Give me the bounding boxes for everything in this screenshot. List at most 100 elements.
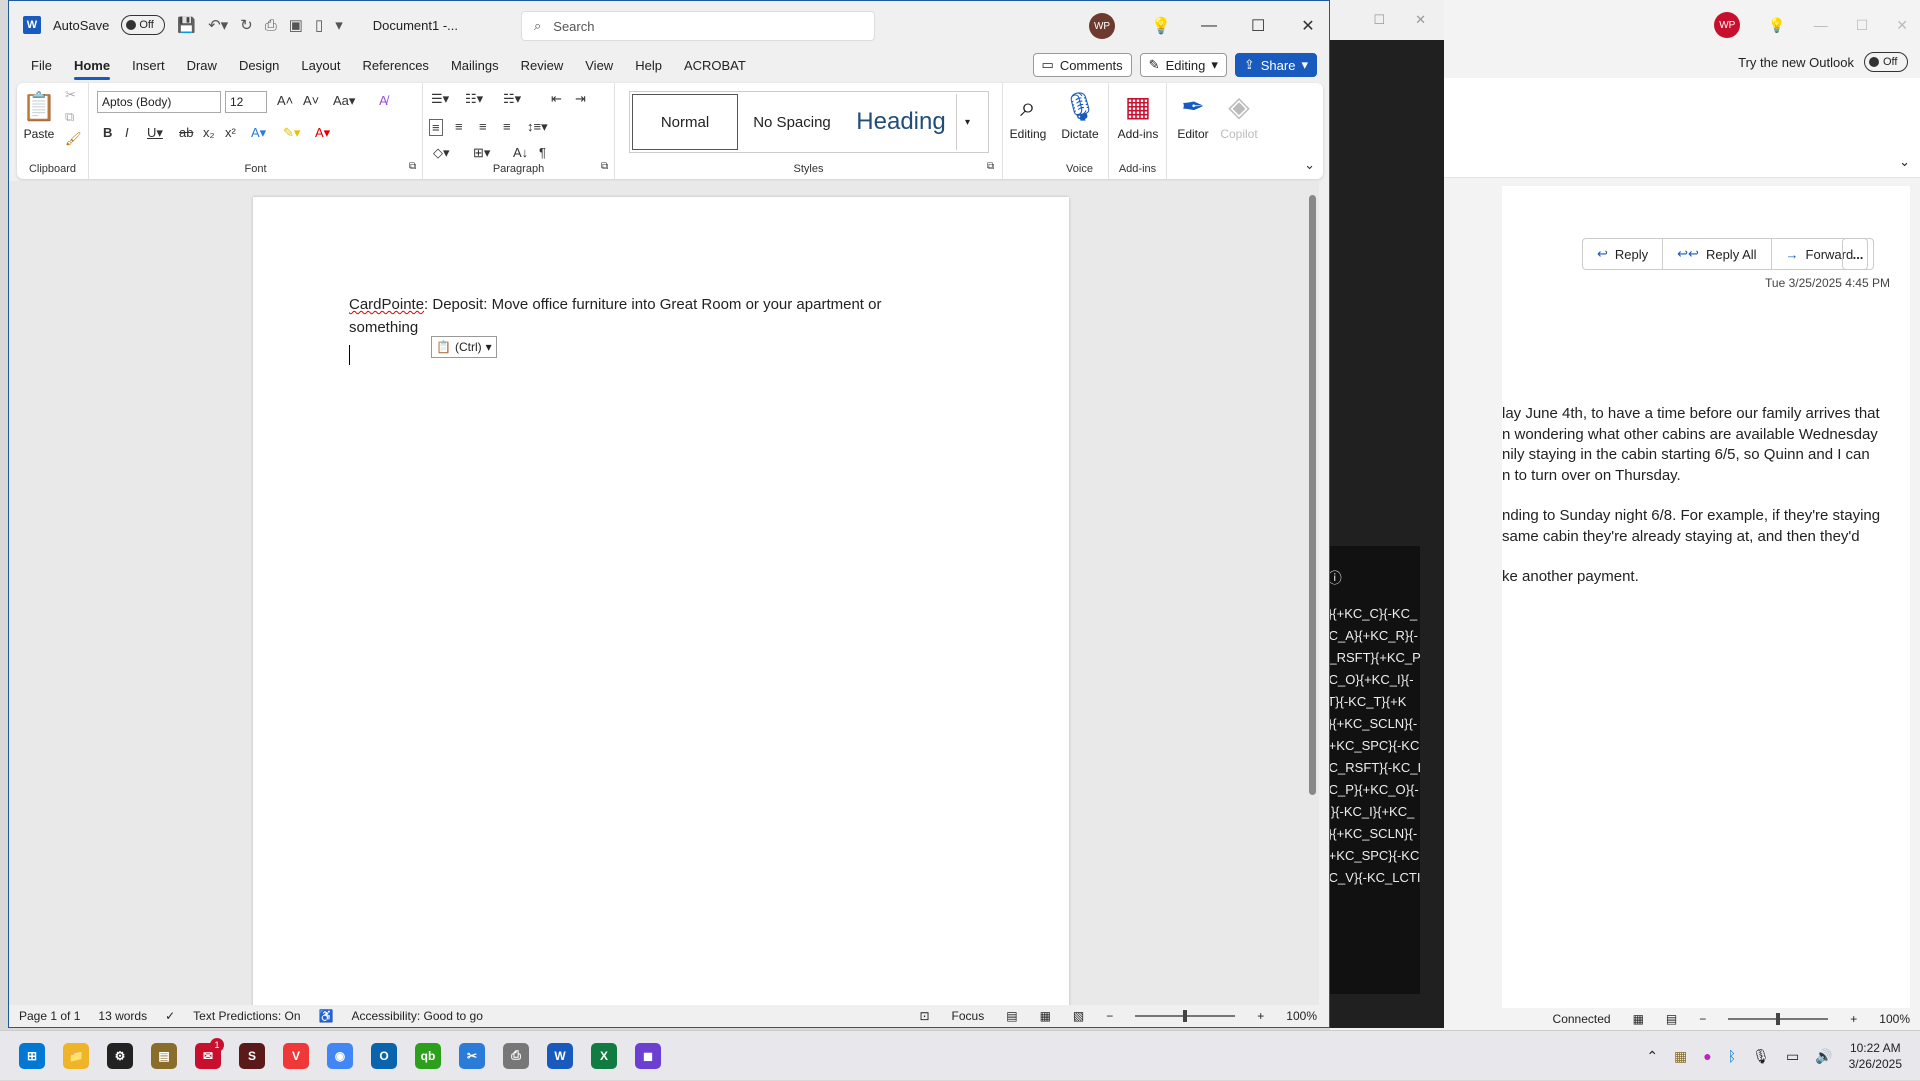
taskbar-chrome-icon[interactable]: ◉ xyxy=(318,1034,362,1078)
volume-icon[interactable]: 🔊 xyxy=(1815,1048,1832,1065)
minimize-icon[interactable]: — xyxy=(1814,17,1828,33)
italic-icon[interactable]: I xyxy=(125,125,129,140)
text-predictions[interactable]: Text Predictions: On xyxy=(193,1009,300,1023)
clear-formatting-icon[interactable]: A̸ xyxy=(379,93,388,108)
clock[interactable]: 10:22 AM 3/26/2025 xyxy=(1849,1040,1902,1072)
document-page[interactable]: CardPointe: Deposit: Move office furnitu… xyxy=(253,197,1069,1007)
print-layout-icon[interactable]: ▦ xyxy=(1040,1009,1051,1023)
taskbar-word-icon[interactable]: W xyxy=(538,1034,582,1078)
read-mode-icon[interactable]: ▤ xyxy=(1006,1009,1017,1023)
page-count[interactable]: Page 1 of 1 xyxy=(19,1009,80,1023)
tab-review[interactable]: Review xyxy=(521,58,564,73)
zoom-out-icon[interactable]: − xyxy=(1699,1012,1706,1026)
copilot-button[interactable]: ◈ Copilot xyxy=(1217,87,1261,141)
tab-help[interactable]: Help xyxy=(635,58,662,73)
borders-icon[interactable]: ⊞▾ xyxy=(473,145,490,161)
chevron-up-icon[interactable]: ⌃ xyxy=(1646,1048,1658,1065)
show-formatting-icon[interactable]: ¶ xyxy=(539,145,546,160)
addins-button[interactable]: ▦ Add-ins xyxy=(1113,87,1163,141)
increase-indent-icon[interactable]: ⇥ xyxy=(575,91,586,107)
misspelled-word[interactable]: CardPointe xyxy=(349,296,424,313)
highlight-icon[interactable]: ✎▾ xyxy=(283,125,300,141)
bold-icon[interactable]: B xyxy=(103,125,112,140)
lightbulb-icon[interactable]: 💡 xyxy=(1151,16,1171,36)
zoom-in-icon[interactable]: + xyxy=(1850,1012,1857,1026)
network-icon[interactable]: ▭ xyxy=(1786,1048,1799,1065)
web-layout-icon[interactable]: ▧ xyxy=(1073,1009,1084,1023)
document-text[interactable]: CardPointe: Deposit: Move office furnitu… xyxy=(349,293,949,339)
search-box[interactable]: ⌕ Search xyxy=(521,11,875,41)
taskbar-snipping-tool-icon[interactable]: ✂ xyxy=(450,1034,494,1078)
more-actions-button[interactable]: ... xyxy=(1842,238,1874,270)
maximize-icon[interactable]: ☐ xyxy=(1251,16,1265,36)
align-left-icon[interactable]: ≡ xyxy=(429,119,443,136)
tab-design[interactable]: Design xyxy=(239,58,279,73)
zoom-slider[interactable] xyxy=(1728,1013,1829,1025)
redo-icon[interactable]: ↻ xyxy=(240,16,253,34)
close-icon[interactable]: ✕ xyxy=(1896,17,1908,34)
zoom-level[interactable]: 100% xyxy=(1286,1009,1317,1023)
scrollbar-thumb[interactable] xyxy=(1309,195,1316,795)
zoom-out-icon[interactable]: − xyxy=(1106,1009,1113,1023)
taskbar-outlook-icon[interactable]: O xyxy=(362,1034,406,1078)
reply-button[interactable]: ↩ Reply xyxy=(1583,239,1664,269)
taskbar-printer-icon[interactable]: ⎙ xyxy=(494,1034,538,1078)
comments-button[interactable]: ▭ Comments xyxy=(1032,53,1132,77)
document-name[interactable]: Document1 -... xyxy=(373,18,458,33)
tab-references[interactable]: References xyxy=(362,58,428,73)
paste-button[interactable]: 📋 Paste xyxy=(21,87,57,141)
dictate-button[interactable]: 🎙 Dictate xyxy=(1055,87,1105,141)
styles-more-icon[interactable]: ▾ xyxy=(956,94,978,150)
style-heading[interactable]: Heading xyxy=(846,94,956,150)
maximize-icon[interactable]: ☐ xyxy=(1373,12,1385,28)
style-no-spacing[interactable]: No Spacing xyxy=(738,94,846,150)
user-avatar[interactable]: WP xyxy=(1089,13,1115,39)
sort-icon[interactable]: A↓ xyxy=(513,145,528,160)
zoom-slider[interactable] xyxy=(1135,1010,1236,1022)
shading-icon[interactable]: ◇▾ xyxy=(433,145,450,161)
tab-acrobat[interactable]: ACROBAT xyxy=(684,58,746,73)
text-effects-icon[interactable]: A▾ xyxy=(251,125,266,141)
subscript-icon[interactable]: x₂ xyxy=(203,125,215,140)
dialog-launcher-icon[interactable]: ⧉ xyxy=(987,161,994,172)
autosave-toggle[interactable]: Off xyxy=(121,15,166,35)
justify-icon[interactable]: ≡ xyxy=(503,119,511,134)
chevron-down-icon[interactable]: ⌄ xyxy=(1899,154,1910,170)
accessibility-status[interactable]: Accessibility: Good to go xyxy=(352,1009,483,1023)
close-icon[interactable]: ✕ xyxy=(1301,16,1315,36)
tab-insert[interactable]: Insert xyxy=(132,58,165,73)
reading-view-icon[interactable]: ▤ xyxy=(1666,1012,1677,1026)
tab-file[interactable]: File xyxy=(31,58,52,73)
collapse-ribbon-icon[interactable]: ⌄ xyxy=(1304,157,1315,173)
decrease-indent-icon[interactable]: ⇤ xyxy=(551,91,562,107)
taskbar-app-dark-icon[interactable]: S xyxy=(230,1034,274,1078)
taskbar-app-red-icon[interactable]: ✉ 1 xyxy=(186,1034,230,1078)
save-icon[interactable]: 💾 xyxy=(177,16,196,34)
cut-icon[interactable]: ✂ xyxy=(65,87,76,103)
try-new-outlook-toggle[interactable]: Off xyxy=(1864,52,1908,72)
superscript-icon[interactable]: x² xyxy=(225,125,236,140)
taskbar-start-icon[interactable]: ⊞ xyxy=(10,1034,54,1078)
font-size-dropdown[interactable]: 12 xyxy=(225,91,267,113)
print-preview-icon[interactable]: ⎙ xyxy=(265,17,277,34)
style-normal[interactable]: Normal xyxy=(632,94,738,150)
grow-font-icon[interactable]: A˄ xyxy=(277,93,293,108)
new-document-icon[interactable]: ▯ xyxy=(315,16,323,34)
multilevel-list-icon[interactable]: ☵▾ xyxy=(503,91,521,107)
zoom-in-icon[interactable]: + xyxy=(1257,1009,1264,1023)
tab-mailings[interactable]: Mailings xyxy=(451,58,499,73)
align-right-icon[interactable]: ≡ xyxy=(479,119,487,134)
tray-color-icon[interactable]: ● xyxy=(1703,1048,1711,1064)
strikethrough-icon[interactable]: ab xyxy=(179,125,193,140)
taskbar-vivaldi-icon[interactable]: V xyxy=(274,1034,318,1078)
focus-button[interactable]: Focus xyxy=(952,1009,985,1023)
taskbar-quickbooks-icon[interactable]: qb xyxy=(406,1034,450,1078)
copy-icon[interactable]: ⧉ xyxy=(65,109,74,125)
outlook-avatar[interactable]: WP xyxy=(1714,12,1741,38)
change-case-icon[interactable]: Aa▾ xyxy=(333,93,355,109)
tab-home[interactable]: Home xyxy=(73,58,111,80)
tab-draw[interactable]: Draw xyxy=(187,58,217,73)
close-icon[interactable]: ✕ xyxy=(1415,12,1426,28)
reply-all-button[interactable]: ↩↩ Reply All xyxy=(1663,239,1772,269)
share-button[interactable]: ⇪ Share ▾ xyxy=(1234,53,1317,77)
